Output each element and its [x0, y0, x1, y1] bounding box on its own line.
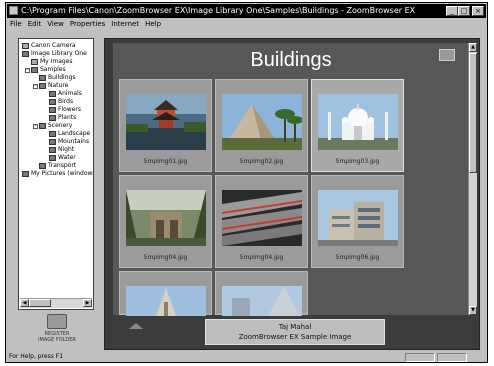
thumbnail-smpimg04[interactable]: SmpImg04.jpg — [119, 175, 212, 268]
menu-file[interactable]: File — [7, 18, 25, 30]
folder-icon — [31, 59, 38, 65]
tree-item-scenery[interactable]: - Scenery — [33, 122, 72, 130]
menu-edit[interactable]: Edit — [25, 18, 45, 30]
tree-item-animals[interactable]: Animals — [49, 90, 82, 98]
thumbnail-area: Buildings SmpImg01.jpg SmpImg02.jpg SmpI… — [113, 43, 469, 316]
tree-item-birds[interactable]: Birds — [49, 98, 73, 106]
folder-icon — [22, 171, 29, 177]
folder-icon — [49, 99, 56, 105]
menu-bar: File Edit View Properties Internet Help — [7, 18, 486, 30]
scrollbar-thumb[interactable] — [469, 53, 477, 173]
folder-icon — [49, 107, 56, 113]
folder-icon — [31, 67, 38, 73]
tree-item-transport[interactable]: Transport — [39, 162, 76, 170]
tree-item-landscape[interactable]: Landscape — [49, 130, 90, 138]
tree-item-buildings[interactable]: Buildings — [39, 74, 75, 82]
folder-icon — [39, 83, 46, 89]
tree-item-plants[interactable]: Plants — [49, 114, 76, 122]
tree-item-nature[interactable]: - Nature — [33, 82, 68, 90]
scroll-down-icon[interactable]: ▼ — [469, 306, 477, 315]
tree-item-night[interactable]: Night — [49, 146, 74, 154]
folder-icon — [49, 91, 56, 97]
tree-item-my-pictures[interactable]: My Pictures (windows) — [22, 170, 93, 178]
maximize-button[interactable]: □ — [458, 6, 470, 16]
tree-item-image-library[interactable]: Image Library One — [22, 50, 87, 58]
gallery-title: Buildings — [250, 49, 332, 71]
collapse-icon[interactable]: - — [25, 67, 30, 73]
menu-properties[interactable]: Properties — [67, 18, 108, 30]
image-info-title: Taj Mahal — [278, 323, 312, 331]
thumbnail-smpimg02[interactable]: SmpImg02.jpg — [215, 79, 308, 172]
thumbnail-smpimg01[interactable]: SmpImg01.jpg — [119, 79, 212, 172]
thumbnail-smpimg03[interactable]: SmpImg03.jpg — [311, 79, 404, 172]
register-image-folder-button[interactable]: REGISTER IMAGE FOLDER — [30, 314, 84, 346]
thumbnail-caption: SmpImg06.jpg — [335, 254, 380, 261]
tree-item-canon-camera[interactable]: Canon Camera — [22, 42, 76, 50]
folder-icon — [49, 155, 56, 161]
library-icon — [22, 51, 29, 57]
close-button[interactable]: × — [472, 6, 484, 16]
thumbnail-smpimg06[interactable]: SmpImg06.jpg — [311, 175, 404, 268]
image-info-comment: ZoomBrowser EX Sample Image — [238, 333, 352, 341]
app-icon[interactable] — [9, 6, 18, 15]
menu-view[interactable]: View — [44, 18, 67, 30]
tree-item-my-images[interactable]: My Images — [31, 58, 73, 66]
register-label-line2: IMAGE FOLDER — [38, 337, 76, 343]
spire-building-photo — [126, 286, 206, 316]
tree-item-water[interactable]: Water — [49, 154, 76, 162]
tree-horizontal-scrollbar[interactable]: ◀ ▶ — [20, 298, 92, 308]
tree-item-samples[interactable]: - Samples — [25, 66, 66, 74]
thumbnail-caption: SmpImg03.jpg — [335, 158, 380, 165]
thumbnail-caption: SmpImg02.jpg — [239, 158, 284, 165]
pagoda-lake-photo — [126, 94, 206, 150]
scroll-left-icon[interactable]: ◀ — [20, 299, 29, 307]
folder-icon — [39, 75, 46, 81]
thumbnail-row3-2[interactable] — [215, 271, 308, 316]
scroll-up-icon[interactable]: ▲ — [469, 43, 477, 52]
tree-item-flowers[interactable]: Flowers — [49, 106, 81, 114]
thumbnail-smpimg04b[interactable]: SmpImg04.jpg — [215, 175, 308, 268]
collapse-icon[interactable]: - — [33, 83, 38, 89]
thumbnail-caption: SmpImg04.jpg — [239, 254, 284, 261]
modern-building-photo — [318, 190, 398, 246]
taj-mahal-photo — [318, 94, 398, 150]
status-pane-1 — [405, 353, 435, 362]
thumbnail-caption: SmpImg01.jpg — [143, 158, 188, 165]
status-text: For Help, press F1 — [9, 353, 64, 360]
minimize-button[interactable]: _ — [446, 6, 458, 16]
folder-icon — [49, 139, 56, 145]
image-info-box: Taj Mahal ZoomBrowser EX Sample Image — [205, 319, 385, 345]
thumbnail-caption: SmpImg04.jpg — [143, 254, 188, 261]
up-arrow-icon[interactable] — [129, 323, 143, 329]
scroll-right-icon[interactable]: ▶ — [83, 299, 92, 307]
menu-help[interactable]: Help — [142, 18, 164, 30]
camera-icon — [22, 43, 29, 49]
gallery-panel: Buildings SmpImg01.jpg SmpImg02.jpg SmpI… — [104, 38, 480, 350]
title-bar[interactable]: C:\Program Files\Canon\ZoomBrowser EX\Im… — [7, 4, 486, 18]
folder-camera-icon — [47, 314, 67, 329]
escalators-photo — [222, 190, 302, 246]
folder-icon — [39, 123, 46, 129]
ruins-trees-photo — [126, 190, 206, 246]
status-pane-2 — [437, 353, 467, 362]
folder-icon — [49, 147, 56, 153]
settings-icon[interactable] — [439, 49, 455, 61]
window-title: C:\Program Files\Canon\ZoomBrowser EX\Im… — [21, 6, 416, 15]
gallery-vertical-scrollbar[interactable]: ▲ ▼ — [468, 43, 477, 315]
skyscraper-photo — [222, 286, 302, 316]
collapse-icon[interactable]: - — [33, 123, 38, 129]
folder-icon — [39, 163, 46, 169]
tree-item-mountains[interactable]: Mountains — [49, 138, 89, 146]
thumbnail-row3-1[interactable] — [119, 271, 212, 316]
folder-tree-panel: Canon Camera Image Library One My Images… — [18, 38, 94, 310]
menu-internet[interactable]: Internet — [108, 18, 142, 30]
folder-icon — [49, 115, 56, 121]
folder-icon — [49, 131, 56, 137]
pyramid-palms-photo — [222, 94, 302, 150]
scrollbar-thumb[interactable] — [29, 299, 51, 307]
status-bar: For Help, press F1 — [6, 352, 487, 362]
